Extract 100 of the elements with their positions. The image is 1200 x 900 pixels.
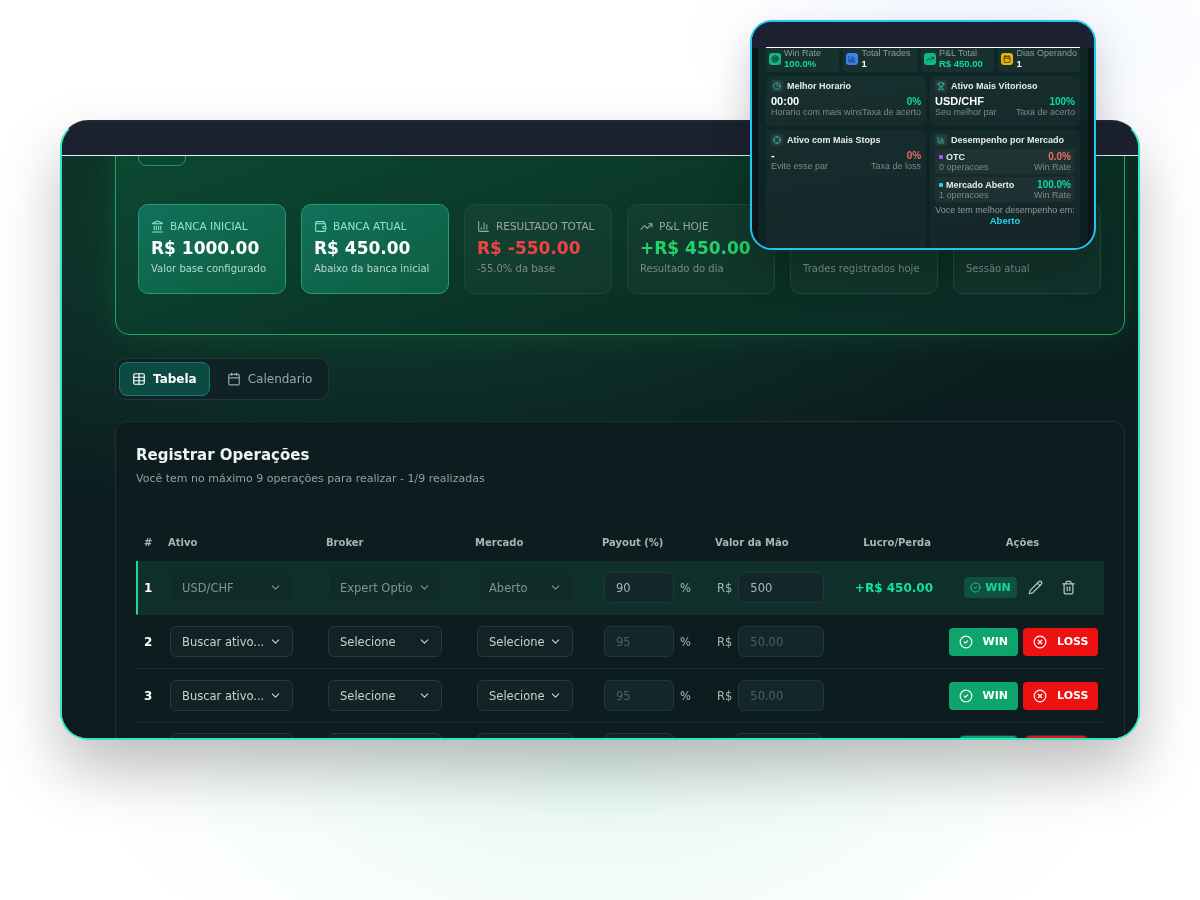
asset-select[interactable]: USD/CHF <box>170 572 293 603</box>
stat-label: Dias Operando <box>1016 48 1077 58</box>
win-result-badge: WIN <box>964 577 1017 598</box>
best-market-text: Voce tem melhor desempenho em: <box>935 205 1075 215</box>
currency-unit: R$ <box>717 634 733 649</box>
view-tab[interactable]: Tabela <box>119 362 210 396</box>
column-header: Ativo <box>168 536 199 548</box>
stat-value: 1 <box>1016 58 1023 69</box>
asset-select[interactable]: Buscar ativo... <box>170 680 293 711</box>
metric-value: - <box>771 149 776 161</box>
card-value: R$ 1000.00 <box>151 238 261 259</box>
card-note: -55.0% da base <box>477 263 557 274</box>
panel-title: Melhor Horario <box>787 81 851 91</box>
panel-title: Ativo com Mais Stops <box>787 135 881 145</box>
stat-value: R$ 450.00 <box>938 58 983 69</box>
payout-field[interactable]: 95 <box>604 680 674 711</box>
section-title: Registrar Operações <box>136 446 311 464</box>
loss-button[interactable]: LOSS <box>1023 681 1099 710</box>
payout-field[interactable]: 95 <box>604 626 674 657</box>
trophy-icon <box>937 82 946 90</box>
card-label: BANCA ATUAL <box>333 220 407 232</box>
broker-select[interactable]: Selecione <box>328 680 442 711</box>
column-header: # <box>143 536 154 548</box>
metric-note: Seu melhor par <box>935 107 997 117</box>
card-label: BANCA INICIAL <box>170 220 248 232</box>
metric-value: USD/CHF <box>935 95 985 107</box>
clock-icon <box>773 82 781 90</box>
market-count: 1 operacoes <box>939 189 990 200</box>
profit-value: +R$ 450.00 <box>853 580 934 595</box>
column-header: Valor da Mão <box>715 536 790 548</box>
rate-note: Taxa de acerto <box>862 107 922 117</box>
market-rate: 100.0% <box>1036 179 1071 190</box>
check-circle-icon <box>970 582 982 593</box>
market-count: 0 operacoes <box>939 161 989 172</box>
amount-field[interactable]: 50.00 <box>738 680 825 711</box>
market-rate: 0.0% <box>1047 151 1071 162</box>
crosshair-icon <box>773 136 781 144</box>
column-header: Mercado <box>475 536 525 548</box>
stat-label: Total Trades <box>861 48 911 58</box>
row-number: 2 <box>143 634 154 649</box>
card-value: R$ -550.00 <box>477 238 582 259</box>
market-select[interactable]: Selecione <box>477 626 573 657</box>
loss-button[interactable]: LOSS <box>1023 627 1099 656</box>
percent-unit: % <box>680 688 691 703</box>
percent-unit: % <box>680 634 691 649</box>
rate-value: 0% <box>905 150 922 161</box>
market-name: Mercado Aberto <box>946 179 1015 190</box>
x-circle-icon <box>1033 634 1048 649</box>
best-market-value: Aberto <box>988 215 1022 226</box>
broker-select[interactable]: Selecione <box>328 626 442 657</box>
row-number: 1 <box>143 580 154 595</box>
calendar-icon <box>226 372 241 386</box>
stat-value: 100.0% <box>784 58 818 69</box>
column-header: Ações <box>1004 536 1041 548</box>
card-note: Sessão atual <box>966 263 1031 274</box>
table-icon <box>132 372 146 386</box>
panel-title: Ativo Mais Vitorioso <box>951 81 1038 91</box>
rate-note: Taxa de loss <box>871 161 922 171</box>
panel-title: Desempenho por Mercado <box>951 135 1065 145</box>
percent-unit: % <box>680 580 691 595</box>
column-header: Payout (%) <box>602 536 665 548</box>
check-circle-icon <box>958 634 973 649</box>
amount-field[interactable]: 500 <box>738 572 825 603</box>
check-circle-icon <box>958 688 973 703</box>
currency-unit: R$ <box>717 580 733 595</box>
rate-note: Taxa de acerto <box>1015 107 1075 117</box>
rate-note: Win Rate <box>1034 162 1071 172</box>
card-value: +R$ 450.00 <box>640 238 752 259</box>
metric-note: Evite esse par <box>771 161 829 171</box>
market-name: OTC <box>946 151 966 162</box>
card-note: Valor base configurado <box>151 263 268 274</box>
column-header: Broker <box>326 536 365 548</box>
stat-label: Win Rate <box>784 48 821 58</box>
stat-label: P&L Total <box>938 48 978 58</box>
stat-value: 1 <box>861 58 868 69</box>
market-select[interactable]: Selecione <box>477 680 573 711</box>
view-tab[interactable]: Calendario <box>213 362 326 396</box>
x-circle-icon <box>1033 688 1048 703</box>
section-subtitle: Você tem no máximo 9 operações para realizar - 1/9 realizadas <box>136 472 486 485</box>
payout-field[interactable]: 90 <box>604 572 674 603</box>
card-note: Trades registrados hoje <box>803 263 921 274</box>
wallet-icon <box>314 219 327 233</box>
broker-select[interactable]: Expert Optio <box>328 572 442 603</box>
card-note: Abaixo da banca inicial <box>314 263 431 274</box>
asset-select[interactable]: Buscar ativo... <box>170 626 293 657</box>
rate-value: 100% <box>1048 96 1075 107</box>
currency-unit: R$ <box>717 688 733 703</box>
bar-chart-icon <box>937 136 946 144</box>
card-label: P&L HOJE <box>659 220 709 232</box>
card-value: R$ 450.00 <box>314 238 412 259</box>
bank-icon <box>151 219 164 233</box>
market-select[interactable]: Aberto <box>477 572 573 603</box>
bar-chart-icon <box>477 219 490 233</box>
amount-field[interactable]: 50.00 <box>738 626 825 657</box>
rate-note: Win Rate <box>1034 190 1071 200</box>
column-header: Lucro/Perda <box>862 536 932 548</box>
rate-value: 0% <box>905 96 922 107</box>
card-note: Resultado do dia <box>640 263 725 274</box>
row-number: 3 <box>143 688 154 703</box>
card-label: RESULTADO TOTAL <box>496 220 595 232</box>
